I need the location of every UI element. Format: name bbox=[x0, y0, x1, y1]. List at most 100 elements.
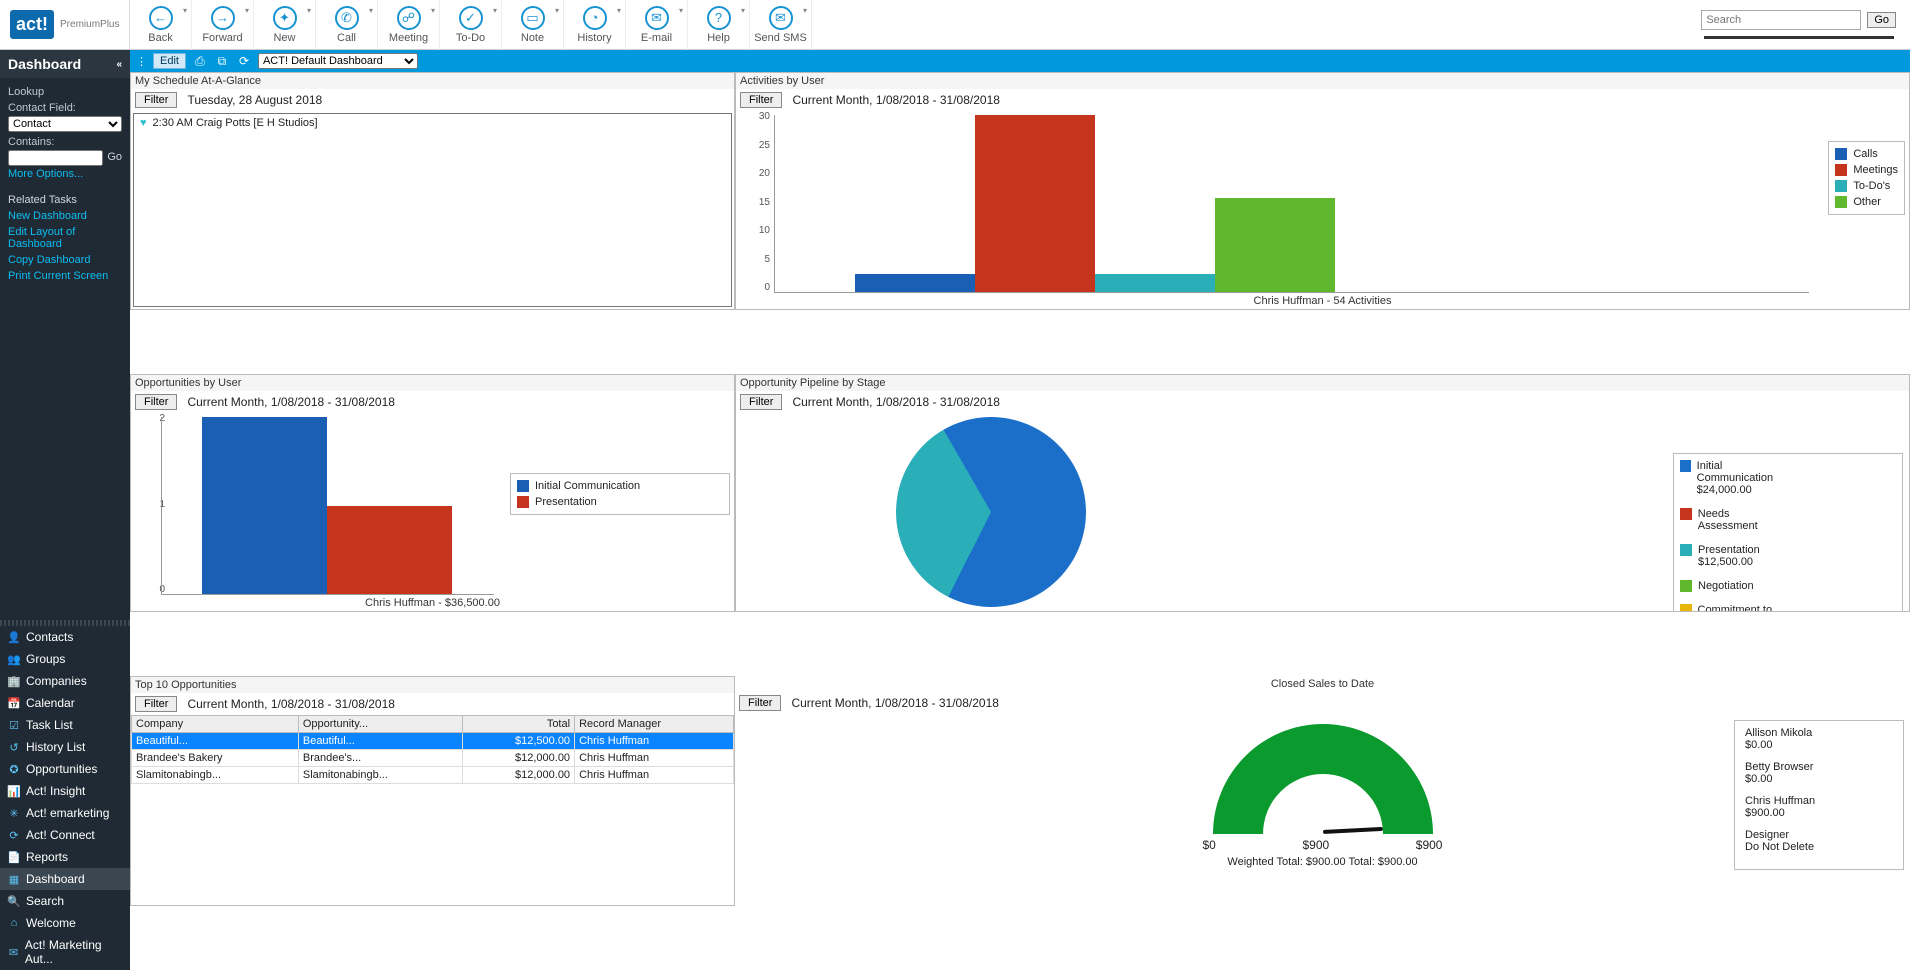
activities-range: Current Month, 1/08/2018 - 31/08/2018 bbox=[792, 93, 999, 107]
heart-icon: ♥ bbox=[140, 117, 147, 129]
activities-title: Activities by User bbox=[736, 73, 1909, 89]
nav-icon: 👤 bbox=[8, 631, 20, 643]
nav-search[interactable]: 🔍Search bbox=[0, 890, 130, 912]
toolbar-call[interactable]: ✆Call▾ bbox=[316, 0, 378, 50]
schedule-title: My Schedule At-A-Glance bbox=[131, 73, 734, 89]
toolbar-back[interactable]: ←Back▾ bbox=[130, 0, 192, 50]
toolbar-meeting[interactable]: ☍Meeting▾ bbox=[378, 0, 440, 50]
legend-item: Meetings bbox=[1835, 162, 1898, 178]
print-icon[interactable]: ⎙ bbox=[192, 54, 208, 69]
nav-companies[interactable]: 🏢Companies bbox=[0, 670, 130, 692]
nav-opportunities[interactable]: ✪Opportunities bbox=[0, 758, 130, 780]
nav-icon: ✉ bbox=[8, 946, 19, 958]
closed-range: Current Month, 1/08/2018 - 31/08/2018 bbox=[791, 696, 998, 710]
search-underline bbox=[1704, 36, 1894, 39]
ribbon-handle-icon[interactable]: ⋮ bbox=[136, 55, 147, 68]
ribbon-edit-button[interactable]: Edit bbox=[153, 53, 186, 69]
nav-reports[interactable]: 📄Reports bbox=[0, 846, 130, 868]
nav-icon: 🏢 bbox=[8, 675, 20, 687]
toolbar-send-sms[interactable]: ✉Send SMS▾ bbox=[750, 0, 812, 50]
closed-filter-button[interactable]: Filter bbox=[739, 695, 781, 711]
toolbar-new[interactable]: ✦New▾ bbox=[254, 0, 316, 50]
nav-history-list[interactable]: ↺History List bbox=[0, 736, 130, 758]
toolbar-note[interactable]: ▭Note▾ bbox=[502, 0, 564, 50]
activities-filter-button[interactable]: Filter bbox=[740, 92, 782, 108]
toolbar-history[interactable]: ◔History▾ bbox=[564, 0, 626, 50]
sidebar-title: Dashboard « bbox=[0, 50, 130, 78]
nav-act-marketing-aut-[interactable]: ✉Act! Marketing Aut... bbox=[0, 934, 130, 970]
nav-act-insight[interactable]: 📊Act! Insight bbox=[0, 780, 130, 802]
nav-icon: ⟳ bbox=[8, 829, 20, 841]
task-print-current-screen[interactable]: Print Current Screen bbox=[8, 268, 122, 284]
dashboard-select[interactable]: ACT! Default Dashboard bbox=[258, 53, 418, 69]
contains-input[interactable] bbox=[8, 150, 103, 166]
legend-item: Initial Communication$24,000.00 bbox=[1680, 458, 1790, 498]
nav-act-emarketing[interactable]: ✳Act! emarketing bbox=[0, 802, 130, 824]
closed-user-entry: Betty Browser$0.00 bbox=[1745, 761, 1893, 785]
more-options-link[interactable]: More Options... bbox=[8, 166, 122, 182]
top10-range: Current Month, 1/08/2018 - 31/08/2018 bbox=[187, 697, 394, 711]
legend-item: To-Do's bbox=[1835, 178, 1898, 194]
task-copy-dashboard[interactable]: Copy Dashboard bbox=[8, 252, 122, 268]
table-row[interactable]: Brandee's BakeryBrandee's...$12,000.00Ch… bbox=[132, 750, 734, 767]
legend-item: Commitment to Buy bbox=[1680, 602, 1790, 611]
sidebar: Dashboard « Lookup Contact Field: Contac… bbox=[0, 50, 130, 970]
legend-item: Initial Communication bbox=[517, 478, 723, 494]
legend-item: Presentation bbox=[517, 494, 723, 510]
contains-label: Contains: bbox=[8, 136, 122, 148]
nav-icon: 📊 bbox=[8, 785, 20, 797]
legend-item: Negotiation bbox=[1680, 578, 1790, 594]
table-row[interactable]: Slamitonabingb...Slamitonabingb...$12,00… bbox=[132, 767, 734, 784]
search-input[interactable] bbox=[1701, 10, 1861, 30]
meeting-icon: ☍ bbox=[397, 6, 421, 30]
nav-groups[interactable]: 👥Groups bbox=[0, 648, 130, 670]
nav-contacts[interactable]: 👤Contacts bbox=[0, 626, 130, 648]
task-edit-layout-of-dashboard[interactable]: Edit Layout of Dashboard bbox=[8, 224, 122, 252]
oppuser-caption: Chris Huffman - $36,500.00 bbox=[131, 597, 734, 611]
col-header[interactable]: Record Manager bbox=[575, 716, 734, 733]
toolbar-forward[interactable]: →Forward▾ bbox=[192, 0, 254, 50]
history-icon: ◔ bbox=[583, 6, 607, 30]
top10-table[interactable]: CompanyOpportunity...TotalRecord Manager… bbox=[131, 715, 734, 784]
schedule-filter-button[interactable]: Filter bbox=[135, 92, 177, 108]
pipeline-filter-button[interactable]: Filter bbox=[740, 394, 782, 410]
nav-calendar[interactable]: 📅Calendar bbox=[0, 692, 130, 714]
table-row[interactable]: Beautiful...Beautiful...$12,500.00Chris … bbox=[132, 733, 734, 750]
nav-icon: ✳ bbox=[8, 807, 20, 819]
contact-field-label: Contact Field: bbox=[8, 102, 122, 114]
col-header[interactable]: Company bbox=[132, 716, 299, 733]
nav-icon: 📅 bbox=[8, 697, 20, 709]
pipeline-title: Opportunity Pipeline by Stage bbox=[736, 375, 1909, 391]
schedule-date: Tuesday, 28 August 2018 bbox=[187, 93, 322, 107]
lookup-label: Lookup bbox=[8, 86, 122, 98]
contains-go[interactable]: Go bbox=[107, 151, 122, 163]
refresh-icon[interactable]: ⟳ bbox=[236, 54, 252, 68]
nav-dashboard[interactable]: ▦Dashboard bbox=[0, 868, 130, 890]
contact-field-select[interactable]: Contact bbox=[8, 116, 122, 132]
app-logo: act! PremiumPlus bbox=[0, 0, 130, 50]
related-tasks-header: Related Tasks bbox=[8, 192, 122, 208]
legend-item: Presentation$12,500.00 bbox=[1680, 542, 1790, 570]
toolbar-help[interactable]: ?Help▾ bbox=[688, 0, 750, 50]
oppuser-range: Current Month, 1/08/2018 - 31/08/2018 bbox=[187, 395, 394, 409]
nav-task-list[interactable]: ☑Task List bbox=[0, 714, 130, 736]
col-header[interactable]: Opportunity... bbox=[298, 716, 462, 733]
copy-icon[interactable]: ⧉ bbox=[214, 54, 230, 69]
search-go-button[interactable]: Go bbox=[1867, 12, 1896, 28]
toolbar-to-do[interactable]: ✓To-Do▾ bbox=[440, 0, 502, 50]
closed-title: Closed Sales to Date bbox=[735, 676, 1910, 692]
task-new-dashboard[interactable]: New Dashboard bbox=[8, 208, 122, 224]
nav-welcome[interactable]: ⌂Welcome bbox=[0, 912, 130, 934]
col-header[interactable]: Total bbox=[463, 716, 575, 733]
legend-item: Other bbox=[1835, 194, 1898, 210]
nav-act-connect[interactable]: ⟳Act! Connect bbox=[0, 824, 130, 846]
send sms-icon: ✉ bbox=[769, 6, 793, 30]
collapse-icon[interactable]: « bbox=[116, 59, 122, 70]
toolbar-e-mail[interactable]: ✉E-mail▾ bbox=[626, 0, 688, 50]
schedule-item-text: 2:30 AM Craig Potts [E H Studios] bbox=[153, 117, 318, 129]
top10-filter-button[interactable]: Filter bbox=[135, 696, 177, 712]
oppuser-filter-button[interactable]: Filter bbox=[135, 394, 177, 410]
schedule-item[interactable]: ♥ 2:30 AM Craig Potts [E H Studios] bbox=[134, 114, 731, 132]
activities-caption: Chris Huffman - 54 Activities bbox=[736, 295, 1909, 309]
logo-badge: act! bbox=[10, 10, 54, 39]
